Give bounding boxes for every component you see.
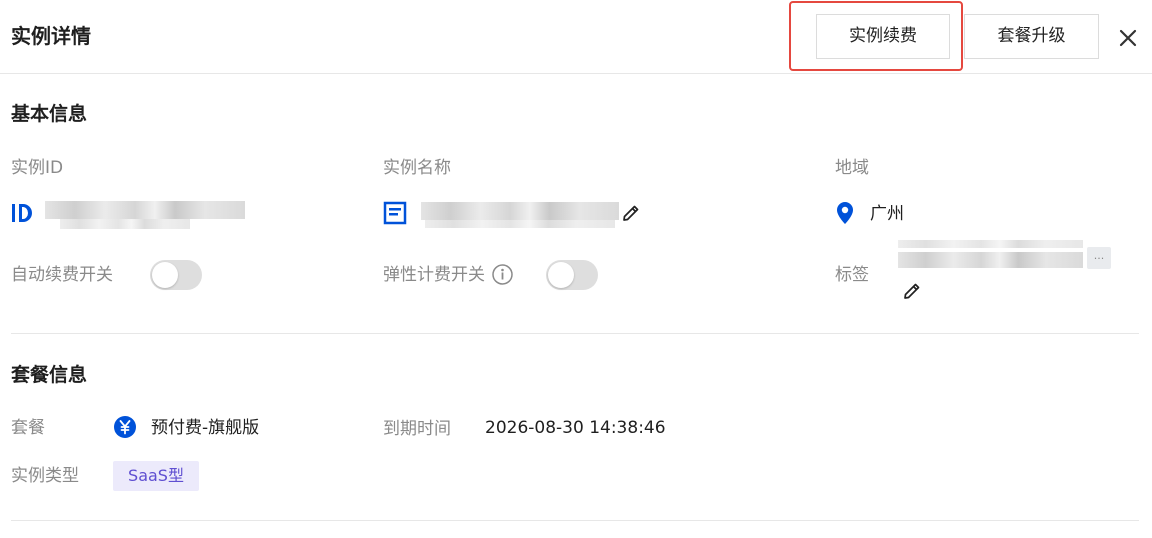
- package-label: 套餐: [11, 418, 45, 438]
- edit-tags-icon[interactable]: [902, 281, 922, 301]
- instance-name-label: 实例名称: [383, 158, 451, 178]
- instance-id-redacted-shadow: [60, 219, 190, 229]
- instance-id-redacted: [45, 201, 245, 219]
- close-icon[interactable]: [1116, 26, 1140, 50]
- toggle-knob: [548, 262, 574, 288]
- renew-instance-button[interactable]: 实例续费: [816, 14, 950, 59]
- package-value: 预付费-旗舰版: [151, 418, 260, 438]
- region-label: 地域: [835, 158, 869, 178]
- basic-info-title: 基本信息: [11, 103, 88, 125]
- drawer-header: 实例详情 实例续费 套餐升级: [0, 0, 1152, 74]
- instance-id-label: 实例ID: [11, 158, 64, 178]
- location-pin-icon: [837, 202, 853, 224]
- instance-type-label: 实例类型: [11, 466, 79, 486]
- name-icon: [383, 201, 407, 225]
- auto-renew-label: 自动续费开关: [11, 265, 113, 285]
- instance-name-redacted-shadow: [425, 220, 615, 228]
- toggle-knob: [152, 262, 178, 288]
- info-icon[interactable]: [491, 263, 514, 286]
- elastic-billing-label: 弹性计费开关: [383, 265, 485, 285]
- instance-name-redacted: [421, 202, 619, 220]
- tags-redacted-top: [898, 240, 1083, 248]
- yuan-coin-icon: [114, 416, 136, 438]
- id-icon: [12, 204, 32, 222]
- instance-type-badge: SaaS型: [113, 461, 199, 491]
- upgrade-package-button[interactable]: 套餐升级: [964, 14, 1099, 59]
- section-divider-bottom: [11, 520, 1139, 521]
- elastic-billing-toggle[interactable]: [546, 260, 598, 290]
- tags-label: 标签: [835, 265, 869, 285]
- package-info-title: 套餐信息: [11, 364, 88, 386]
- more-tags-badge[interactable]: ...: [1087, 247, 1111, 269]
- region-value: 广州: [870, 204, 904, 224]
- auto-renew-toggle[interactable]: [150, 260, 202, 290]
- edit-name-icon[interactable]: [621, 203, 641, 223]
- expire-value: 2026-08-30 14:38:46: [485, 418, 666, 438]
- expire-label: 到期时间: [383, 419, 451, 439]
- page-title: 实例详情: [11, 24, 91, 48]
- tags-redacted: [898, 252, 1083, 268]
- section-divider: [11, 333, 1139, 334]
